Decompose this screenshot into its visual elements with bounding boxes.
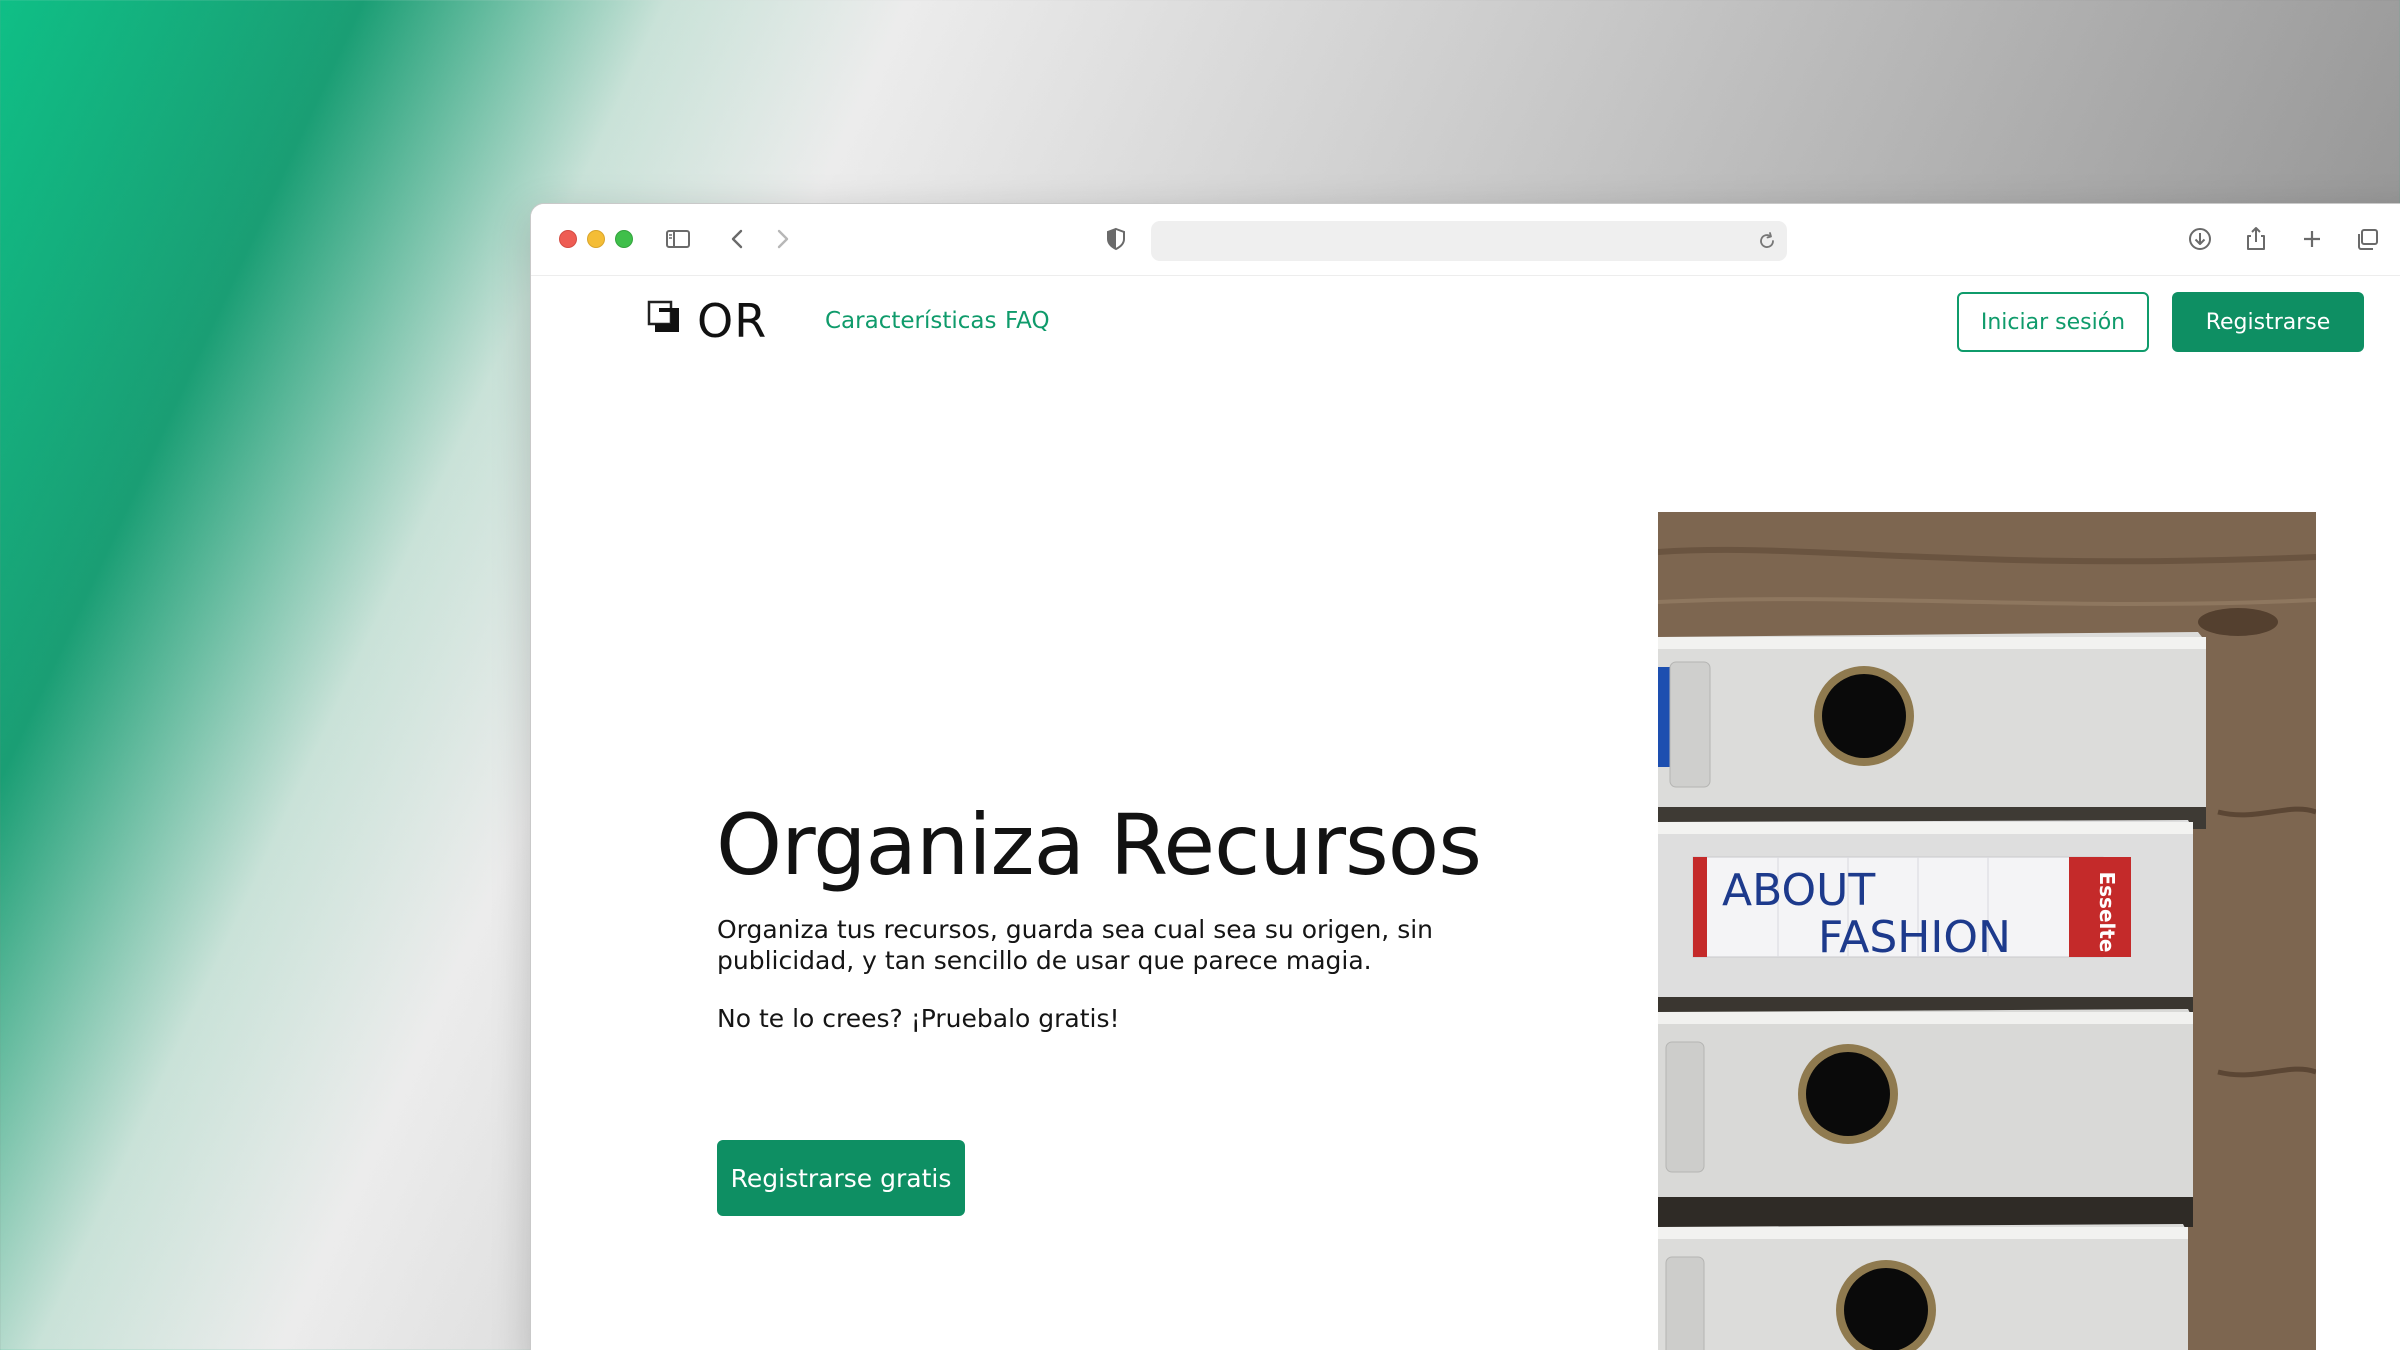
sidebar-icon[interactable] bbox=[661, 222, 695, 256]
hero-title: Organiza Recursos bbox=[716, 796, 1482, 894]
binder-brand: Esselte bbox=[2095, 871, 2119, 952]
download-icon[interactable] bbox=[2183, 222, 2217, 256]
browser-window: OR Características FAQ Iniciar sesión Re… bbox=[530, 203, 2400, 1350]
plus-icon[interactable] bbox=[2295, 222, 2329, 256]
tabs-overview-icon[interactable] bbox=[2351, 222, 2385, 256]
binder-label-line2: FASHION bbox=[1818, 912, 2011, 963]
register-free-button[interactable]: Registrarse gratis bbox=[717, 1140, 965, 1216]
address-bar[interactable] bbox=[1151, 221, 1787, 261]
minimize-window-button[interactable] bbox=[587, 230, 605, 248]
desktop-background bbox=[0, 0, 540, 1350]
nav-link-caracteristicas[interactable]: Características bbox=[825, 308, 996, 334]
register-button[interactable]: Registrarse bbox=[2172, 292, 2364, 352]
zoom-window-button[interactable] bbox=[615, 230, 633, 248]
nav-link-faq[interactable]: FAQ bbox=[1005, 308, 1050, 334]
hero-image: ABOUT FASHION Esselte bbox=[1658, 512, 2316, 1350]
login-button[interactable]: Iniciar sesión bbox=[1957, 292, 2149, 352]
close-window-button[interactable] bbox=[559, 230, 577, 248]
hero-description: Organiza tus recursos, guarda sea cual s… bbox=[717, 915, 1434, 975]
binder-label-line1: ABOUT bbox=[1722, 865, 1875, 916]
chevron-left-icon[interactable] bbox=[721, 222, 755, 256]
reload-icon[interactable] bbox=[1755, 229, 1779, 253]
browser-toolbar bbox=[531, 204, 2400, 276]
shield-icon[interactable] bbox=[1099, 222, 1133, 256]
chevron-right-icon[interactable] bbox=[765, 222, 799, 256]
logo-icon[interactable] bbox=[647, 300, 681, 334]
hero-subtext: No te lo crees? ¡Pruebalo gratis! bbox=[717, 1004, 1120, 1033]
share-icon[interactable] bbox=[2239, 222, 2273, 256]
binders-illustration: ABOUT FASHION Esselte bbox=[1658, 512, 2316, 1350]
logo-text[interactable]: OR bbox=[697, 294, 767, 348]
